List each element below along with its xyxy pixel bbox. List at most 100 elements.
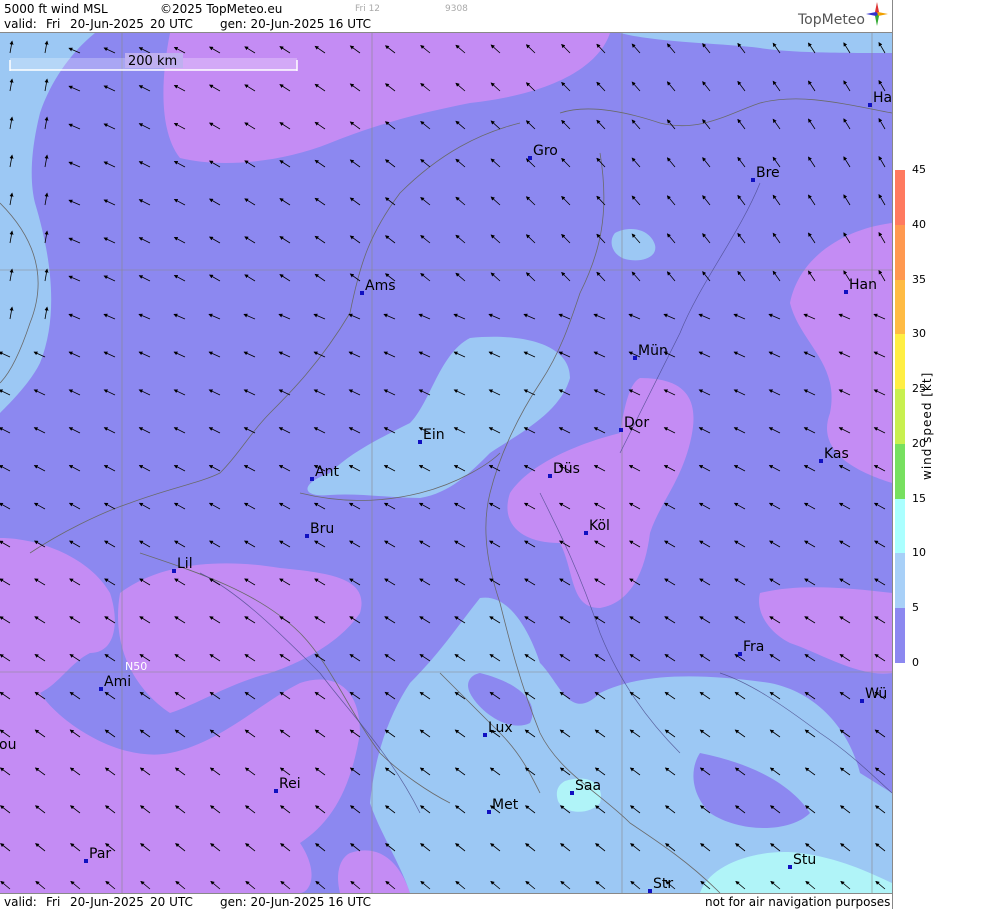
gen-info: gen: 20-Jun-2025 16 UTC [220, 17, 372, 31]
city-Kas: Kas [819, 446, 849, 463]
city-Wü: Wü [860, 686, 887, 703]
city-label: Dor [624, 415, 649, 431]
city-Dor: Dor [619, 415, 649, 432]
city-marker [172, 569, 176, 573]
city-marker [360, 291, 364, 295]
copyright: ©2025 TopMeteo.eu [160, 2, 283, 16]
city-Par: Par [84, 846, 111, 863]
legend-segment [895, 279, 905, 335]
city-label: Bru [310, 521, 334, 537]
city-Han: Han [844, 277, 877, 294]
footer-valid-date: 20-Jun-2025 [70, 895, 144, 909]
city-marker [819, 459, 823, 463]
legend-segment [895, 389, 905, 444]
footer-valid-day: Fri [46, 895, 61, 909]
city-label: Saa [575, 778, 601, 794]
city-marker [844, 290, 848, 294]
city-Ant: Ant [310, 464, 339, 481]
legend-segment [895, 553, 905, 609]
city-marker [528, 156, 532, 160]
city-label: Ein [423, 427, 445, 443]
city-marker [99, 687, 103, 691]
city-marker [487, 810, 491, 814]
footer-valid-time: 20 UTC [150, 895, 193, 909]
city-Mün: Mün [633, 343, 668, 360]
city-Saa: Saa [570, 778, 601, 795]
city-label: Str [653, 876, 673, 892]
city-label: Lil [177, 556, 193, 572]
footer-valid-label: valid: [4, 895, 37, 909]
city-label: Rei [279, 776, 301, 792]
city-marker [548, 474, 552, 478]
city-ou: ou [0, 737, 16, 753]
legend-title: wind speed [kt] [920, 371, 934, 480]
city-label: Lux [488, 720, 513, 736]
city-marker [860, 699, 864, 703]
city-label: Wü [865, 686, 887, 702]
topmeteo-logo-text: TopMeteo [798, 12, 865, 28]
legend-panel [892, 0, 983, 909]
city-label: Ami [104, 674, 131, 690]
compass-star-icon [866, 2, 888, 26]
city-marker [633, 356, 637, 360]
city-label: Met [492, 797, 519, 813]
city-marker [738, 652, 742, 656]
city-marker [418, 440, 422, 444]
header-bar: 5000 ft wind MSL ©2025 TopMeteo.eu Fri 1… [0, 0, 892, 33]
legend-segment [895, 224, 905, 280]
valid-label: valid: [4, 17, 37, 31]
valid-time: 20 UTC [150, 17, 193, 31]
valid-date: 20-Jun-2025 [70, 17, 144, 31]
city-label: Han [849, 277, 877, 293]
city-marker [570, 791, 574, 795]
wind-map: 200 km N50 Ha Gro Bre Ams Han Mün Ein Dor Kas Ant… [0, 33, 892, 893]
city-Ams: Ams [360, 278, 396, 295]
city-Met: Met [487, 797, 519, 814]
city-label: Fra [743, 639, 764, 655]
city-label: Ams [365, 278, 396, 294]
city-label: Köl [589, 518, 610, 534]
city-Gro: Gro [528, 143, 558, 160]
city-Stu: Stu [788, 852, 816, 869]
latitude-label: N50 [125, 660, 147, 673]
legend-tick-label: 0 [912, 656, 919, 669]
faint-code: 9308 [445, 4, 468, 14]
legend-color-bar [895, 170, 905, 663]
footer-bar: valid: Fri 20-Jun-2025 20 UTC gen: 20-Ju… [0, 893, 892, 910]
city-marker [310, 477, 314, 481]
city-marker [584, 531, 588, 535]
legend-tick-label: 30 [912, 327, 926, 341]
legend-segment [895, 443, 905, 499]
city-label: Ha [873, 90, 892, 106]
city-label: Stu [793, 852, 816, 868]
city-Bre: Bre [751, 165, 780, 182]
city-Düs: Düs [548, 461, 580, 478]
city-marker [84, 859, 88, 863]
legend-tick-label: 10 [912, 546, 926, 560]
city-label: Mün [638, 343, 668, 359]
city-label: Gro [533, 143, 558, 159]
city-label: ou [0, 737, 16, 753]
city-marker [788, 865, 792, 869]
legend-segment [895, 498, 905, 554]
faint-day: Fri 12 [355, 4, 381, 14]
legend-tick-label: 5 [912, 601, 919, 615]
city-label: Kas [824, 446, 849, 462]
valid-day: Fri [46, 17, 61, 31]
legend-segment [895, 608, 905, 663]
city-marker [751, 178, 755, 182]
city-Bru: Bru [305, 521, 334, 538]
city-label: Par [89, 846, 111, 862]
city-Lux: Lux [483, 720, 513, 737]
legend-segment [895, 334, 905, 390]
scale-label: 200 km [128, 54, 177, 69]
city-marker [274, 789, 278, 793]
city-label: Ant [315, 464, 339, 480]
legend-tick-label: 15 [912, 491, 926, 505]
city-label: Bre [756, 165, 780, 181]
footer-gen-info: gen: 20-Jun-2025 16 UTC [220, 895, 372, 909]
product-title: 5000 ft wind MSL [4, 2, 108, 16]
legend-tick-label: 40 [912, 217, 926, 231]
legend-tick-label: 45 [912, 163, 926, 176]
city-Ami: Ami [99, 674, 131, 691]
